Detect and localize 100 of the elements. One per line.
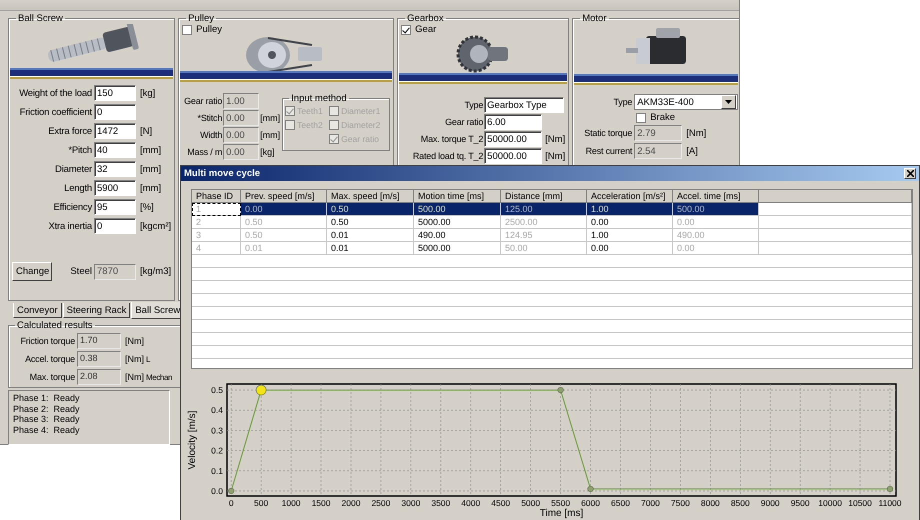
field-label: Rest current [584, 146, 632, 156]
input-field[interactable]: 1472 [94, 123, 136, 139]
tab[interactable]: Conveyor [13, 303, 62, 318]
x-tick-label: 7000 [640, 498, 660, 508]
table-cell[interactable]: 0.50 [327, 203, 414, 216]
y-tick-label: 0.1 [211, 466, 223, 476]
result-label: Max. torque [28, 372, 75, 382]
tab[interactable]: Steering Rack [62, 303, 130, 318]
group-title: Gearbox [406, 13, 445, 24]
x-tick-label: 10500 [848, 498, 872, 508]
input-field[interactable]: 50000.00 [484, 148, 542, 164]
y-tick-label: 0.2 [211, 446, 223, 456]
close-button[interactable] [904, 168, 916, 179]
x-tick-label: 8000 [700, 498, 720, 508]
field-label: Efficiency [52, 202, 92, 212]
x-tick-label: 4000 [461, 498, 480, 508]
group-title: Calculated results [16, 320, 94, 331]
result-field: 1.70 [77, 333, 121, 349]
input-field[interactable]: 0 [94, 104, 136, 120]
unit-label: [Nm] [124, 372, 144, 382]
data-point[interactable] [587, 486, 594, 492]
x-tick-label: 6500 [611, 498, 630, 508]
input-field[interactable]: 32 [94, 161, 136, 177]
y-axis-label: Velocity [m/s] [187, 410, 198, 470]
input-field[interactable]: 5900 [94, 180, 136, 196]
x-tick-label: 10000 [818, 498, 842, 508]
table-cell[interactable]: 125.00 [501, 203, 587, 216]
field-label: Static torque [583, 128, 632, 138]
window-title: Multi move cycle [184, 168, 260, 179]
field-label: Length [63, 182, 92, 194]
input-field[interactable]: 40 [94, 142, 136, 158]
unit-label: [A] [685, 146, 699, 156]
input-field[interactable]: 50000.00 [484, 131, 542, 147]
field-label: Type [612, 97, 632, 107]
x-tick-label: 11000 [878, 498, 902, 508]
input-field[interactable]: 150 [94, 85, 136, 101]
x-tick-label: 7500 [670, 498, 690, 508]
x-tick-label: 8500 [730, 498, 750, 508]
data-point[interactable] [228, 488, 234, 494]
field-label: Type [463, 100, 484, 110]
unit-label: [Nm] [544, 150, 566, 162]
table-cell[interactable]: 0.00 [241, 203, 327, 216]
x-tick-label: 3500 [431, 498, 450, 508]
field-label: Mass / m [186, 147, 222, 157]
input-field[interactable]: 0 [94, 218, 136, 234]
field-label: Width [199, 130, 222, 140]
result-label: Accel. torque [24, 354, 75, 364]
x-axis-label: Time [ms] [540, 508, 584, 519]
y-tick-label: 0.0 [211, 486, 223, 496]
x-tick-label: 3000 [401, 498, 420, 508]
result-label: Friction torque [19, 336, 75, 346]
data-point[interactable] [886, 486, 894, 492]
gear-checkbox[interactable]: Gear [401, 24, 436, 35]
y-tick-label: 0.5 [211, 385, 223, 396]
log-line: Phase 3: Ready [13, 414, 81, 424]
table-cell[interactable]: 500.00 [414, 203, 501, 216]
unit-label: [Nm] [685, 128, 708, 138]
group-title: Motor [581, 13, 608, 24]
field-label: Gear ratio [444, 117, 484, 127]
table-cell[interactable]: 1.00 [587, 203, 673, 216]
pulley-checkbox[interactable]: Pulley [182, 24, 222, 35]
unit-label: [mm] [139, 182, 162, 194]
unit-label: [N] [139, 126, 154, 136]
unit-label: [%] [139, 202, 155, 212]
unit-label: [kg/m3] [139, 266, 172, 277]
x-tick-label: 5500 [551, 498, 570, 508]
x-tick-label: 2000 [342, 498, 360, 508]
result-field: 2.08 [77, 369, 121, 385]
x-tick-label: 0 [228, 498, 234, 508]
log-line: Phase 1: Ready [13, 393, 81, 404]
table-cell[interactable]: 500.00 [673, 203, 759, 216]
unit-label: [Nm] [124, 354, 144, 364]
field-label: Extra force [47, 126, 92, 136]
field-label: Gear ratio [183, 96, 222, 106]
unit-label: [mm] [139, 164, 162, 174]
input-field[interactable]: 95 [94, 199, 136, 215]
group-title: Input method [290, 93, 348, 104]
field-label: *Pitch [67, 144, 92, 156]
change-button[interactable]: Change [12, 262, 52, 281]
input-field[interactable]: Gearbox Type [484, 97, 564, 113]
log-line: Phase 4: Ready [13, 424, 81, 435]
brake-checkbox[interactable]: Brake [636, 112, 676, 123]
field-label: L [146, 354, 152, 364]
field-label: Max. torque T_2 [420, 134, 484, 144]
motor-type-dropdown[interactable]: AKM33E-400 [634, 94, 738, 110]
field-label: Rated load tq. T_2 [412, 151, 484, 161]
x-tick-label: 9000 [760, 498, 780, 508]
field-label: Weight of the load [18, 88, 92, 98]
unit-label: [kgcm²] [139, 220, 172, 232]
unit-label: [mm] [260, 130, 280, 140]
x-tick-label: 1500 [312, 498, 330, 508]
field-label: Friction coefficient [18, 106, 92, 118]
field-label: Diameter [54, 164, 92, 174]
data-point[interactable] [558, 386, 564, 394]
x-tick-label: 9500 [790, 498, 810, 508]
input-field[interactable]: 6.00 [484, 114, 542, 130]
data-point[interactable] [256, 384, 266, 396]
x-tick-label: 500 [254, 498, 268, 508]
field-label: Mechan [146, 372, 174, 382]
group-title: Ball Screw [17, 13, 64, 24]
